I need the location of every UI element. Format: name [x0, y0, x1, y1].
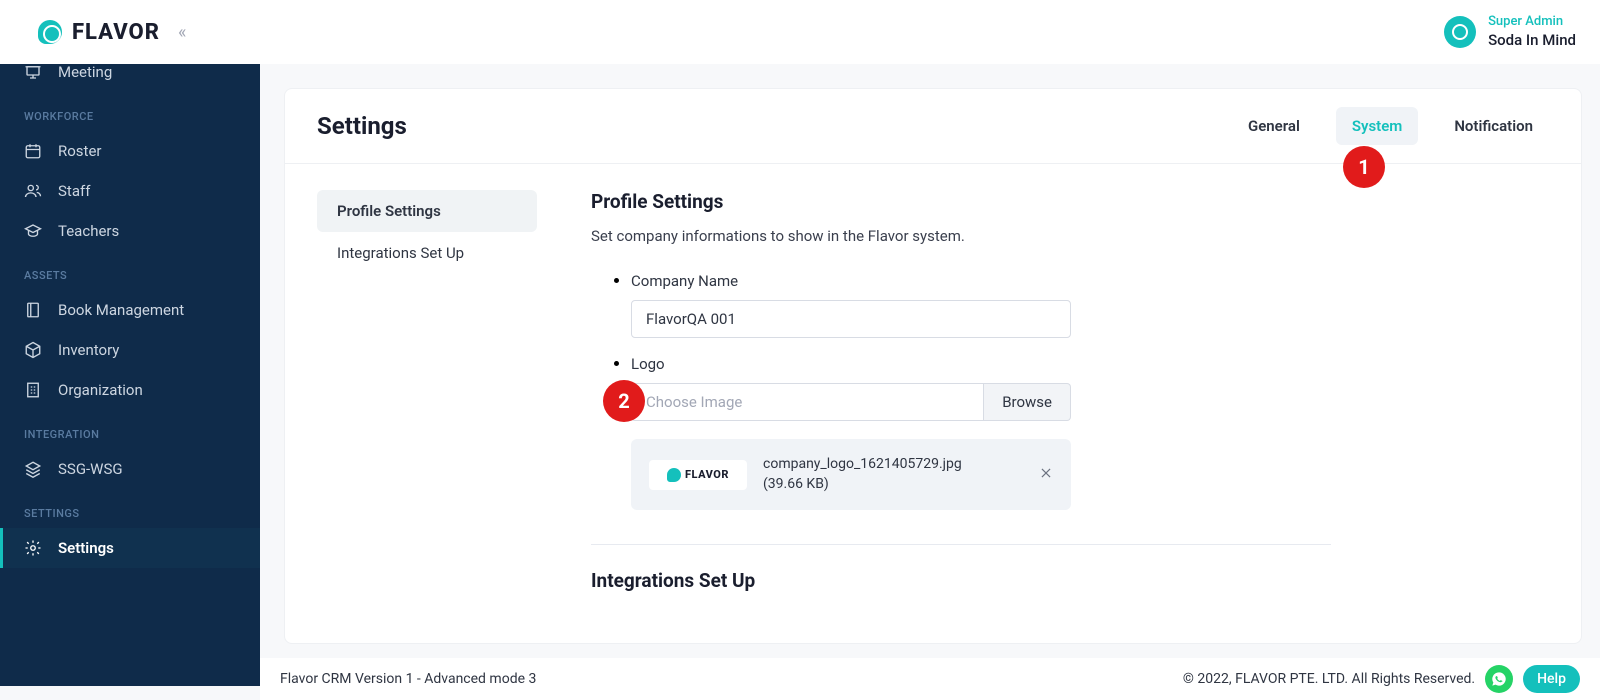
- gear-icon: [24, 539, 42, 557]
- sidebar-item-label: Settings: [58, 539, 114, 557]
- users-icon: [24, 182, 42, 200]
- subnav-integrations[interactable]: Integrations Set Up: [317, 232, 537, 274]
- section-description: Set company informations to show in the …: [591, 227, 1331, 245]
- sidebar-item-label: Teachers: [58, 222, 119, 240]
- logo-file-placeholder[interactable]: Choose Image: [631, 383, 984, 421]
- user-name: Soda In Mind: [1488, 31, 1576, 51]
- logo-thumbnail: FLAVOR: [649, 460, 747, 490]
- sidebar-item-staff[interactable]: Staff: [0, 171, 260, 211]
- content-header: Settings General System Notification: [285, 89, 1581, 164]
- remove-file-button[interactable]: [1039, 464, 1053, 485]
- sidebar-item-organization[interactable]: Organization: [0, 370, 260, 410]
- browse-button[interactable]: Browse: [984, 383, 1071, 421]
- file-name: company_logo_1621405729.jpg: [763, 456, 962, 472]
- sidebar-section-integration: INTEGRATION: [0, 410, 260, 449]
- sidebar-item-label: Book Management: [58, 301, 184, 319]
- content-card: Settings General System Notification Pro…: [284, 88, 1582, 644]
- sidebar-item-label: SSG-WSG: [58, 460, 123, 478]
- form-area: Profile Settings Set company information…: [591, 190, 1331, 606]
- tab-notification[interactable]: Notification: [1438, 107, 1549, 145]
- help-button[interactable]: Help: [1523, 665, 1580, 693]
- subnav-profile-settings[interactable]: Profile Settings: [317, 190, 537, 232]
- user-menu[interactable]: Super Admin Soda In Mind: [1444, 14, 1576, 50]
- logo-file-input-row: Choose Image Browse: [631, 383, 1071, 421]
- book-icon: [24, 301, 42, 319]
- logo-label: Logo: [631, 355, 1331, 373]
- sidebar-item-book-management[interactable]: Book Management: [0, 290, 260, 330]
- sidebar-item-label: Inventory: [58, 341, 119, 359]
- sidebar-section-assets: ASSETS: [0, 251, 260, 290]
- sidebar-item-teachers[interactable]: Teachers: [0, 211, 260, 251]
- integrations-heading: Integrations Set Up: [591, 569, 1331, 592]
- sidebar-section-workforce: WORKFORCE: [0, 92, 260, 131]
- sidebar-item-ssg-wsg[interactable]: SSG-WSG: [0, 449, 260, 489]
- sidebar-item-settings[interactable]: Settings: [0, 528, 260, 568]
- annotation-2: 2: [603, 380, 645, 422]
- section-heading: Profile Settings: [591, 190, 1331, 213]
- tab-system[interactable]: System: [1336, 107, 1418, 145]
- company-name-input[interactable]: [631, 300, 1071, 338]
- sidebar-section-settings: SETTINGS: [0, 489, 260, 528]
- calendar-icon: [24, 142, 42, 160]
- sidebar-item-label: Meeting: [58, 63, 112, 81]
- sidebar: Meeting WORKFORCE Roster Staff Teachers …: [0, 0, 260, 686]
- settings-subnav: Profile Settings Integrations Set Up: [317, 190, 537, 606]
- tab-general[interactable]: General: [1232, 107, 1316, 145]
- sidebar-item-label: Organization: [58, 381, 143, 399]
- sidebar-item-inventory[interactable]: Inventory: [0, 330, 260, 370]
- presentation-icon: [24, 63, 42, 81]
- topbar: FLAVOR « Super Admin Soda In Mind: [0, 0, 1600, 64]
- brand-logo-icon: [38, 20, 62, 44]
- sidebar-item-roster[interactable]: Roster: [0, 131, 260, 171]
- building-icon: [24, 381, 42, 399]
- file-info: company_logo_1621405729.jpg (39.66 KB): [763, 455, 1023, 494]
- sidebar-collapse-button[interactable]: «: [178, 22, 183, 43]
- annotation-1: 1: [1343, 146, 1385, 188]
- box-icon: [24, 341, 42, 359]
- sidebar-item-label: Staff: [58, 182, 90, 200]
- user-role: Super Admin: [1488, 14, 1576, 31]
- logo-file-preview: FLAVOR company_logo_1621405729.jpg (39.6…: [631, 439, 1071, 510]
- section-divider: [591, 544, 1331, 545]
- brand-name: FLAVOR: [72, 20, 160, 45]
- sidebar-item-label: Roster: [58, 142, 101, 160]
- whatsapp-icon[interactable]: [1485, 665, 1513, 693]
- footer-copyright: © 2022, FLAVOR PTE. LTD. All Rights Rese…: [1183, 671, 1475, 687]
- graduation-icon: [24, 222, 42, 240]
- file-size: (39.66 KB): [763, 476, 829, 492]
- layers-icon: [24, 460, 42, 478]
- avatar: [1444, 16, 1476, 48]
- page-title: Settings: [317, 112, 407, 140]
- company-name-label: Company Name: [631, 272, 1331, 290]
- logo-area: FLAVOR «: [38, 20, 183, 45]
- footer: Flavor CRM Version 1 - Advanced mode 3 ©…: [260, 658, 1600, 700]
- footer-version: Flavor CRM Version 1 - Advanced mode 3: [280, 671, 536, 687]
- tabs: General System Notification: [1232, 107, 1549, 145]
